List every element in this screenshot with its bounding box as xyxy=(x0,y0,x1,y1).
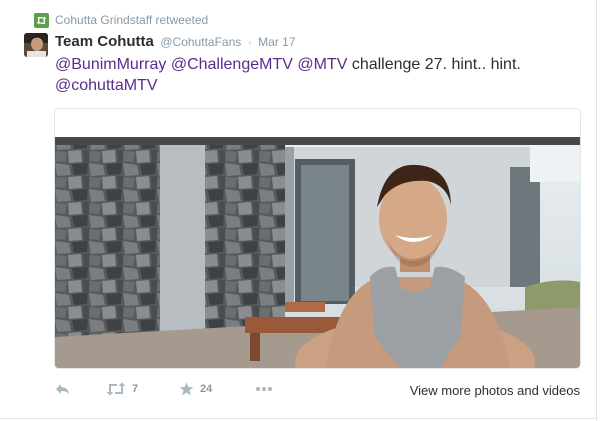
retweeter-link[interactable]: Cohutta Grindstaff retweeted xyxy=(55,13,208,27)
retweet-icon xyxy=(106,382,126,396)
reply-icon xyxy=(56,384,69,394)
retweet-icon xyxy=(34,12,49,28)
more-dots-icon xyxy=(256,387,272,391)
tweet-text-body: challenge 27. hint.. hint. xyxy=(347,56,521,73)
retweet-count: 7 xyxy=(132,383,139,395)
tweet-text: @BunimMurray @ChallengeMTV @MTV challeng… xyxy=(55,54,575,96)
retweet-button[interactable]: 7 xyxy=(106,382,138,396)
favorite-button[interactable]: 24 xyxy=(179,382,212,396)
favorite-count: 24 xyxy=(200,383,213,395)
tweet-timestamp[interactable]: Mar 17 xyxy=(258,35,295,49)
view-more-photos-link[interactable]: View more photos and videos xyxy=(410,383,580,398)
author-handle[interactable]: @CohuttaFans xyxy=(160,35,241,49)
tweet-actions: 7 24 View more photos and videos xyxy=(54,382,584,402)
tweet-header: Team Cohutta @CohuttaFans · Mar 17 xyxy=(55,33,296,51)
media-card[interactable] xyxy=(54,108,581,369)
more-button[interactable] xyxy=(255,386,273,392)
mention-link[interactable]: @cohuttaMTV xyxy=(55,77,158,94)
header-separator: · xyxy=(247,35,252,49)
avatar[interactable] xyxy=(24,33,48,57)
stream-item-divider xyxy=(0,418,597,419)
mention-link[interactable]: @BunimMurray xyxy=(55,56,166,73)
reply-button[interactable] xyxy=(54,382,70,396)
stream-right-border xyxy=(596,0,597,421)
tweet-photo[interactable] xyxy=(55,137,580,368)
star-icon xyxy=(179,382,194,396)
mention-link[interactable]: @ChallengeMTV xyxy=(171,56,293,73)
retweet-context: Cohutta Grindstaff retweeted xyxy=(34,12,208,28)
mention-link[interactable]: @MTV xyxy=(297,56,347,73)
author-name[interactable]: Team Cohutta xyxy=(55,33,154,50)
